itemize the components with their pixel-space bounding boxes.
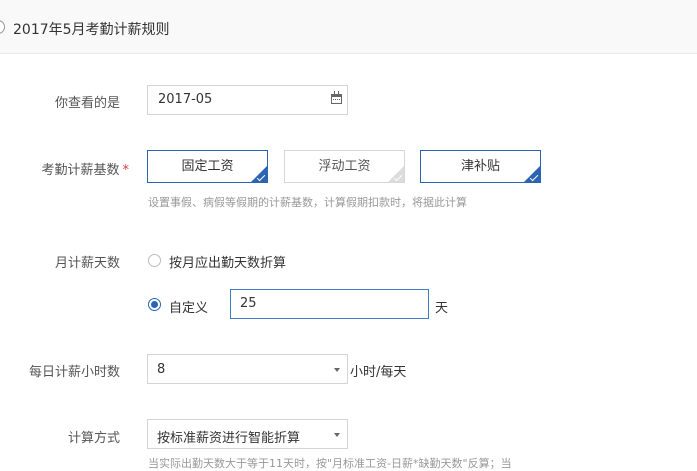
month-picker[interactable]: 2017-05 [147, 85, 348, 115]
custom-days-value: 25 [240, 296, 257, 311]
salary-base-hint: 设置事假、病假等假期的计薪基数，计算假期扣款时，将据此计算 [148, 196, 467, 209]
calendar-icon[interactable] [331, 91, 342, 104]
option-fixed-salary-label: 固定工资 [181, 159, 234, 174]
view-period-label: 你查看的是 [54, 96, 120, 111]
option-floating-salary[interactable]: 浮动工资 [284, 150, 405, 183]
page-header: 2017年5月考勤计薪规则 [0, 0, 697, 54]
hours-unit: 小时/每天 [350, 365, 407, 380]
chevron-down-icon [334, 433, 340, 437]
daily-hours-select[interactable]: 8 [147, 354, 348, 384]
radio-custom[interactable] [148, 298, 161, 311]
page-title: 2017年5月考勤计薪规则 [13, 22, 170, 38]
monthly-days-label: 月计薪天数 [54, 256, 120, 271]
month-picker-value: 2017-05 [158, 92, 213, 107]
option-fixed-salary[interactable]: 固定工资 [147, 150, 268, 183]
radio-by-month[interactable] [148, 254, 161, 267]
calc-method-value: 按标准薪资进行智能折算 [157, 431, 301, 446]
calc-method-label: 计算方式 [67, 431, 120, 446]
daily-hours-value: 8 [157, 362, 166, 377]
radio-by-month-label[interactable]: 按月应出勤天数折算 [169, 252, 286, 271]
calc-method-select[interactable]: 按标准薪资进行智能折算 [147, 419, 348, 449]
option-allowance-label: 津补贴 [460, 159, 500, 174]
salary-base-label-text: 考勤计薪基数 [41, 163, 120, 178]
calc-method-hint: 当实际出勤天数大于等于11天时，按"月标准工资-日薪*缺勤天数"反算；当 [148, 457, 512, 470]
salary-base-label: 考勤计薪基数 * [9, 159, 129, 178]
radio-custom-label[interactable]: 自定义 [169, 297, 208, 316]
days-unit: 天 [435, 301, 449, 316]
custom-days-input[interactable]: 25 [230, 289, 429, 319]
daily-hours-label: 每日计薪小时数 [28, 365, 120, 380]
option-allowance[interactable]: 津补贴 [420, 150, 541, 183]
option-floating-salary-label: 浮动工资 [318, 159, 371, 174]
chevron-down-icon [334, 368, 340, 372]
required-mark: * [122, 163, 130, 178]
collapse-icon[interactable] [0, 20, 5, 34]
